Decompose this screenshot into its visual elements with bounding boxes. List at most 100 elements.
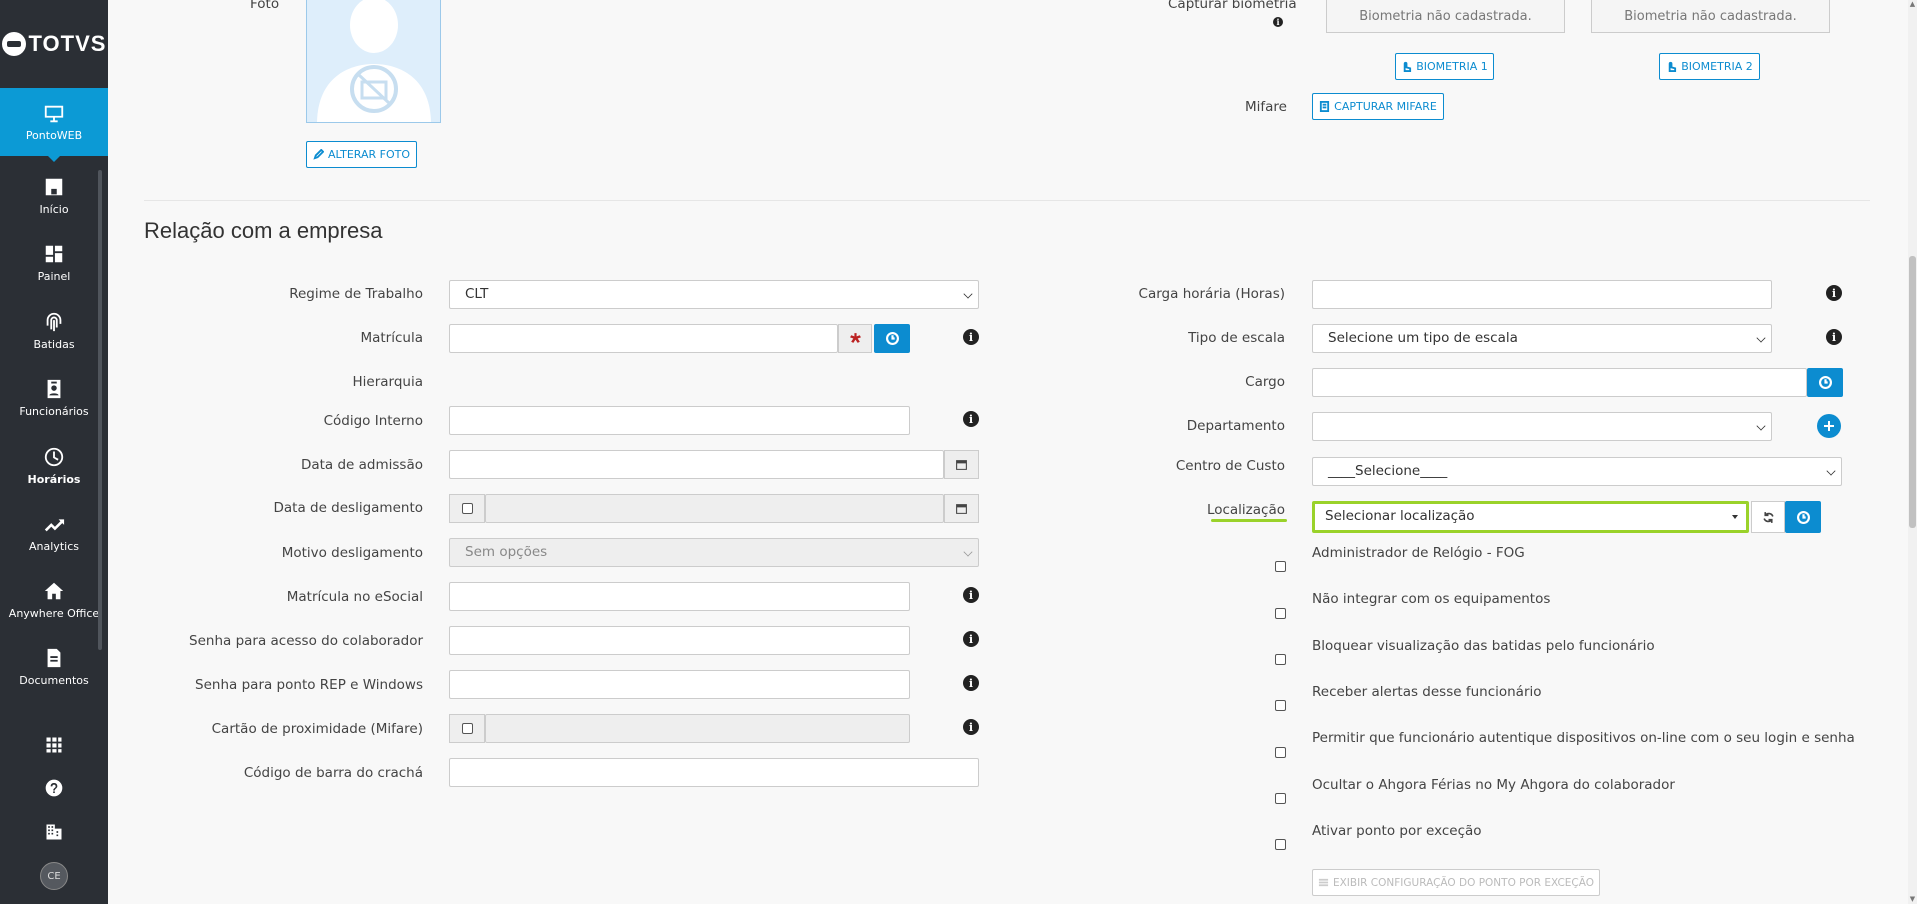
checkbox-receber-alertas[interactable] — [1275, 700, 1286, 711]
senha-colab-info-icon[interactable]: i — [963, 631, 979, 647]
departamento-select[interactable] — [1312, 412, 1772, 441]
sidebar-scrollbar[interactable] — [98, 170, 102, 650]
sidebar-item-analytics[interactable]: Analytics — [0, 499, 108, 566]
checkbox-ocultar-ferias[interactable] — [1275, 793, 1286, 804]
checkbox-label: Bloquear visualização das batidas pelo f… — [1312, 638, 1655, 654]
sidebar-item-inicio[interactable]: Início — [0, 162, 108, 229]
change-photo-button[interactable]: ALTERAR FOTO — [306, 141, 417, 168]
escala-value: Selecione um tipo de escala — [1328, 330, 1518, 346]
codigo-barra-input[interactable] — [449, 758, 979, 787]
senha-colab-label: Senha para acesso do colaborador — [189, 633, 423, 649]
checkbox-label: Permitir que funcionário autentique disp… — [1312, 730, 1855, 746]
cargo-label: Cargo — [1245, 374, 1285, 390]
cartao-info-icon[interactable]: i — [963, 719, 979, 735]
fingerprint-icon — [46, 312, 62, 331]
clock-icon — [1818, 376, 1832, 389]
caret-down-icon — [1732, 515, 1738, 519]
codigo-interno-input[interactable] — [449, 406, 910, 435]
checkbox-label: Administrador de Relógio - FOG — [1312, 545, 1525, 561]
badge-icon — [47, 379, 61, 398]
escala-info-icon[interactable]: i — [1826, 329, 1842, 345]
sidebar-item-horarios[interactable]: Horários — [0, 432, 108, 499]
matricula-history-button[interactable] — [874, 324, 910, 353]
localizacao-select[interactable]: Selecionar localização — [1312, 501, 1749, 533]
sidebar-item-label: Painel — [37, 269, 71, 283]
sidebar-item-funcionarios[interactable]: Funcionários — [0, 364, 108, 431]
home-icon — [45, 178, 63, 195]
apps-grid-button[interactable] — [42, 733, 66, 757]
calendar-icon — [956, 504, 967, 514]
refresh-icon — [1762, 511, 1774, 523]
desligamento-checkbox[interactable] — [461, 503, 473, 514]
data-admissao-input[interactable] — [449, 450, 944, 479]
logo-text: TOTVS — [28, 31, 107, 56]
pencil-icon — [313, 149, 324, 160]
sidebar-item-pontoweb[interactable]: PontoWEB — [0, 88, 108, 162]
codigo-interno-info-icon[interactable]: i — [963, 411, 979, 427]
totvs-logo-mark — [1, 32, 26, 56]
cargo-history-button[interactable] — [1807, 368, 1843, 397]
sidebar-item-batidas[interactable]: Batidas — [0, 297, 108, 364]
checkbox-label: Receber alertas desse funcionário — [1312, 684, 1542, 700]
avatar[interactable]: CE — [40, 862, 68, 890]
checkbox-admin-relogio[interactable] — [1275, 561, 1286, 572]
sidebar-item-painel[interactable]: Painel — [0, 229, 108, 296]
cartao-checkbox-addon — [449, 714, 485, 743]
company-button[interactable] — [42, 820, 66, 844]
esocial-info-icon[interactable]: i — [963, 587, 979, 603]
change-photo-label: ALTERAR FOTO — [327, 148, 411, 161]
senha-rep-info-icon[interactable]: i — [963, 675, 979, 691]
totvs-logo[interactable]: TOTVS — [0, 0, 108, 88]
carga-info-icon[interactable]: i — [1826, 285, 1842, 301]
page-scrollbar[interactable] — [1908, 0, 1917, 904]
biometry-status-1: Biometria não cadastrada. — [1326, 0, 1565, 33]
hierarquia-label: Hierarquia — [352, 374, 424, 390]
biometry-info-icon[interactable]: i — [1273, 17, 1283, 27]
apps-grid-icon — [46, 737, 62, 753]
escala-select[interactable]: Selecione um tipo de escala — [1312, 324, 1772, 353]
sidebar-item-label: Início — [39, 202, 69, 216]
sidebar-item-label: PontoWEB — [25, 128, 83, 142]
sidebar-item-documentos[interactable]: Documentos — [0, 633, 108, 700]
checkbox-bloquear-visualizacao[interactable] — [1275, 654, 1286, 665]
clock-icon — [885, 332, 899, 345]
page-scrollbar-thumb[interactable] — [1909, 256, 1916, 528]
localizacao-history-button[interactable] — [1785, 501, 1821, 533]
regime-select[interactable]: CLT — [449, 280, 979, 309]
centro-select[interactable]: ____Selecione____ — [1312, 457, 1842, 486]
senha-colab-input[interactable] — [449, 626, 910, 655]
regime-value: CLT — [465, 286, 489, 302]
sidebar-item-label: Batidas — [33, 337, 75, 351]
cargo-input[interactable] — [1312, 368, 1807, 397]
photo-label: Foto — [250, 0, 280, 12]
no-photo-icon — [317, 0, 431, 122]
centro-value: ____Selecione____ — [1328, 463, 1448, 479]
motivo-value: Sem opções — [465, 544, 548, 560]
matricula-input[interactable] — [449, 324, 838, 353]
biometry-2-button[interactable]: BIOMETRIA 2 — [1659, 53, 1760, 80]
add-departamento-button[interactable] — [1817, 414, 1841, 438]
matricula-info-icon[interactable]: i — [963, 329, 979, 345]
asterisk-icon — [849, 333, 861, 343]
biometry-1-button[interactable]: BIOMETRIA 1 — [1395, 53, 1494, 80]
help-button[interactable] — [42, 776, 66, 800]
scroll-up-icon[interactable]: ▲ — [1908, 0, 1917, 9]
cartao-checkbox[interactable] — [461, 723, 473, 734]
trend-icon — [44, 518, 65, 531]
codigo-interno-label: Código Interno — [323, 413, 423, 429]
calendar-button[interactable] — [944, 494, 979, 523]
senha-rep-label: Senha para ponto REP e Windows — [195, 677, 423, 693]
checkbox-nao-integrar[interactable] — [1275, 608, 1286, 619]
esocial-input[interactable] — [449, 582, 910, 611]
sidebar-item-anywhere-office[interactable]: Anywhere Office — [0, 566, 108, 633]
checkbox-ponto-excecao[interactable] — [1275, 839, 1286, 850]
carga-input[interactable] — [1312, 280, 1772, 309]
refresh-localizacao-button[interactable] — [1751, 501, 1785, 533]
checkbox-permitir-autenticacao[interactable] — [1275, 747, 1286, 758]
senha-rep-input[interactable] — [449, 670, 910, 699]
calendar-button[interactable] — [944, 450, 979, 479]
scroll-down-icon[interactable]: ▼ — [1908, 895, 1917, 904]
capture-mifare-button[interactable]: CAPTURAR MIFARE — [1312, 93, 1444, 120]
chevron-down-icon — [963, 547, 973, 557]
chevron-down-icon — [1756, 421, 1766, 431]
